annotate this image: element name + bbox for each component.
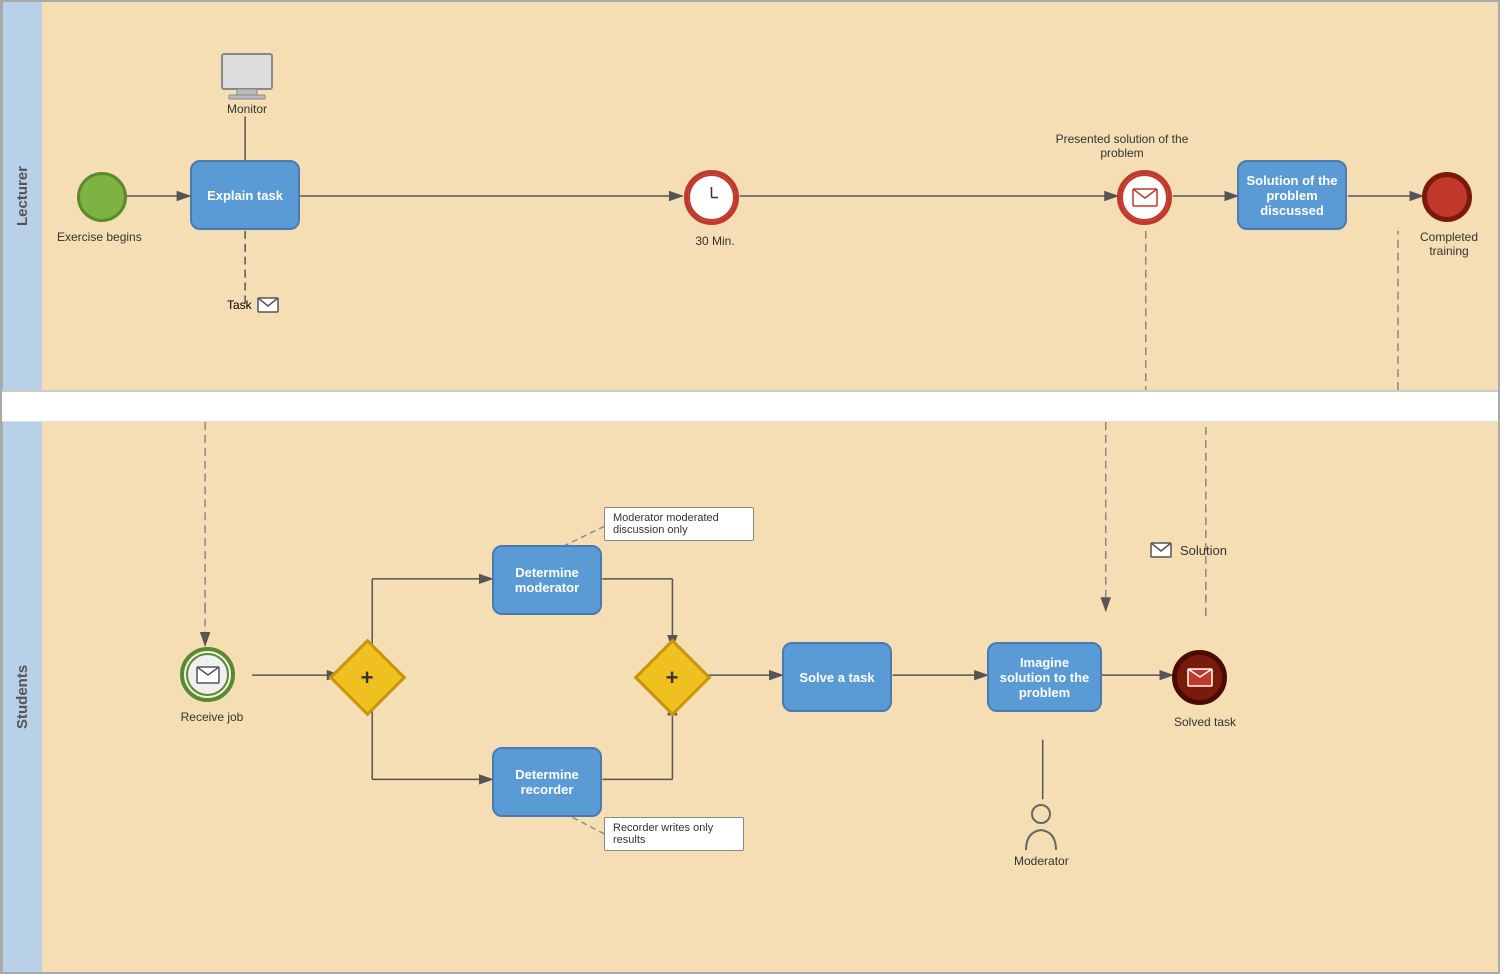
determine-recorder-box[interactable]: Determine recorder bbox=[492, 747, 602, 817]
person-icon bbox=[1021, 802, 1061, 852]
gateway1-diamond: + bbox=[329, 639, 407, 717]
clock-icon bbox=[695, 181, 728, 214]
receive-job-circle bbox=[180, 647, 235, 702]
solution-task-box[interactable]: Solution of the problem discussed bbox=[1237, 160, 1347, 230]
solved-task-envelope bbox=[1187, 668, 1213, 687]
students-lane-content: Receive job + Determine moderator Determ… bbox=[42, 422, 1498, 972]
timer-circle bbox=[684, 170, 739, 225]
monitor-element: Monitor bbox=[202, 52, 292, 116]
solve-task-element[interactable]: Solve a task bbox=[782, 642, 892, 712]
presented-solution-event bbox=[1117, 170, 1172, 225]
moderator-element: Moderator bbox=[1014, 802, 1069, 868]
imagine-solution-box[interactable]: Imagine solution to the problem bbox=[987, 642, 1102, 712]
gateway1-plus: + bbox=[361, 664, 374, 690]
receive-job-label: Receive job bbox=[172, 710, 252, 724]
solution-icon-element: Solution bbox=[1150, 542, 1227, 558]
presented-solution-label: Presented solution of the problem bbox=[1052, 132, 1192, 160]
students-lane-label: Students bbox=[2, 422, 42, 972]
start-event bbox=[77, 172, 127, 222]
gateway2-element: + bbox=[645, 650, 700, 705]
monitor-label: Monitor bbox=[227, 102, 267, 116]
students-lane: Students bbox=[2, 422, 1498, 972]
start-event-label: Exercise begins bbox=[57, 230, 137, 244]
presented-solution-circle bbox=[1117, 170, 1172, 225]
end-event bbox=[1422, 172, 1472, 222]
lane-gap bbox=[2, 392, 1498, 422]
task-msg-element: Task bbox=[227, 297, 279, 313]
gateway2-plus: + bbox=[666, 664, 679, 690]
solution-label: Solution bbox=[1180, 543, 1227, 558]
solved-task-label: Solved task bbox=[1160, 715, 1250, 729]
solved-task-circle bbox=[1172, 650, 1227, 705]
moderator-label: Moderator bbox=[1014, 854, 1069, 868]
students-arrows bbox=[42, 422, 1498, 972]
end-event-circle bbox=[1422, 172, 1472, 222]
task-msg-group: Task bbox=[227, 297, 279, 313]
task-envelope-icon bbox=[257, 297, 279, 313]
receive-job-envelope bbox=[196, 666, 220, 684]
timer-label: 30 Min. bbox=[680, 234, 750, 248]
determine-recorder-element[interactable]: Determine recorder bbox=[492, 747, 602, 817]
determine-moderator-box[interactable]: Determine moderator bbox=[492, 545, 602, 615]
gateway1-element: + bbox=[340, 650, 395, 705]
lecturer-lane-content: Monitor Exercise begins Explain task Tas… bbox=[42, 2, 1498, 390]
gateway2-diamond: + bbox=[634, 639, 712, 717]
timer-element bbox=[684, 170, 739, 225]
start-event-circle bbox=[77, 172, 127, 222]
annotation-recorder-text: Recorder writes only results bbox=[613, 822, 713, 846]
solution-task-element[interactable]: Solution of the problem discussed bbox=[1237, 160, 1347, 230]
receive-job-element bbox=[180, 647, 235, 702]
annotation-recorder: Recorder writes only results bbox=[604, 817, 744, 851]
determine-moderator-element[interactable]: Determine moderator bbox=[492, 545, 602, 615]
explain-task-box[interactable]: Explain task bbox=[190, 160, 300, 230]
task-label: Task bbox=[227, 298, 252, 312]
imagine-solution-element[interactable]: Imagine solution to the problem bbox=[987, 642, 1102, 712]
solve-task-box[interactable]: Solve a task bbox=[782, 642, 892, 712]
lecturer-lane-label: Lecturer bbox=[2, 2, 42, 390]
solution-envelope-icon bbox=[1150, 542, 1172, 558]
diagram-wrapper: Lecturer bbox=[0, 0, 1500, 974]
solved-task-element bbox=[1172, 650, 1227, 705]
presented-solution-envelope bbox=[1132, 188, 1158, 207]
lecturer-lane: Lecturer bbox=[2, 2, 1498, 392]
explain-task-element[interactable]: Explain task bbox=[190, 160, 300, 230]
annotation-moderator: Moderator moderated discussion only bbox=[604, 507, 754, 541]
monitor-icon bbox=[217, 52, 277, 102]
end-event-label: Completed training bbox=[1404, 230, 1494, 258]
annotation-moderator-text: Moderator moderated discussion only bbox=[613, 512, 719, 536]
